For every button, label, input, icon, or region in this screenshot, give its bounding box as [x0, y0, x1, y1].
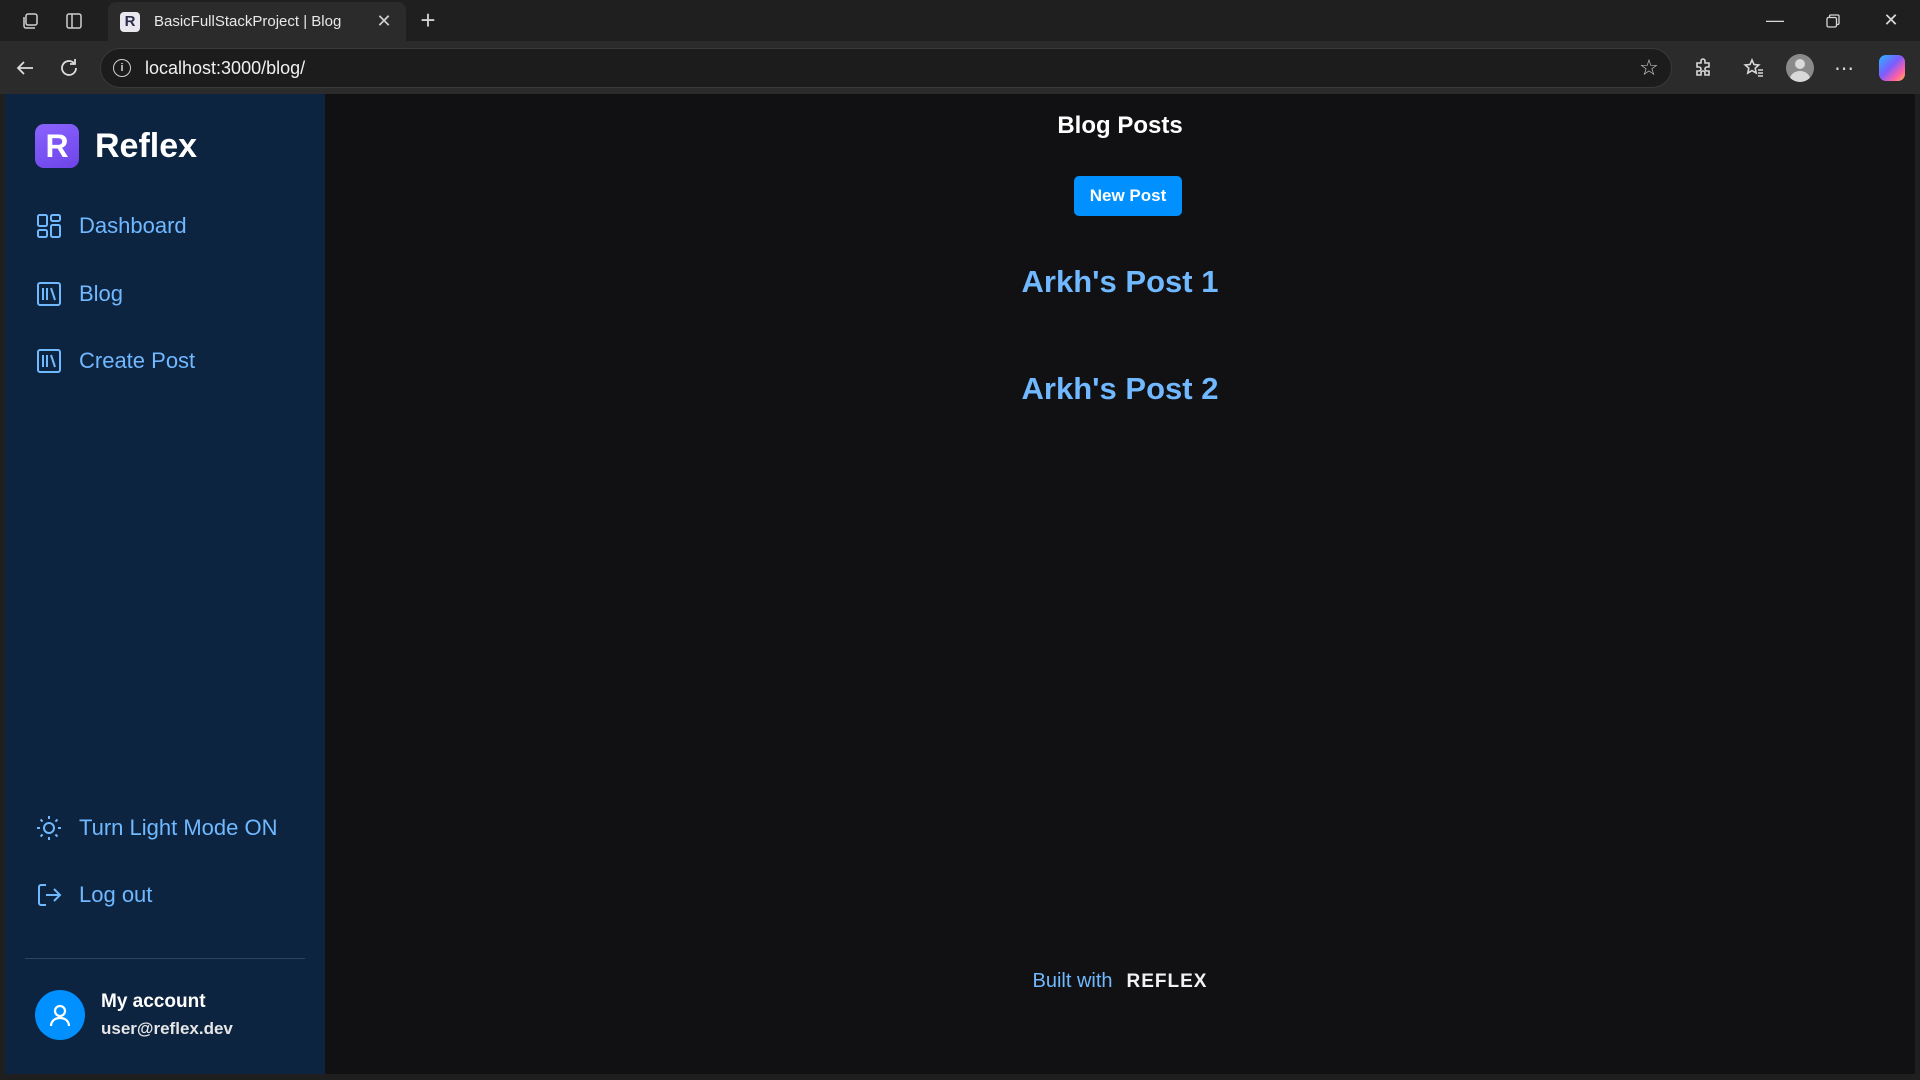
library-icon	[37, 349, 61, 373]
sidebar-item-create-post[interactable]: Create Post	[35, 347, 195, 375]
avatar	[35, 990, 85, 1040]
reflex-wordmark-icon: REFLEX	[1126, 970, 1208, 992]
sidebar-divider	[25, 958, 305, 959]
post-link-1[interactable]: Arkh's Post 1	[325, 264, 1915, 300]
vertical-tabs-icon[interactable]	[52, 0, 96, 41]
browser-tab-bar: R BasicFullStackProject | Blog ✕ + — ✕	[0, 0, 1920, 41]
favorite-star-icon[interactable]: ☆	[1627, 55, 1671, 81]
minimize-icon[interactable]: —	[1746, 0, 1804, 41]
brand[interactable]: R Reflex	[35, 124, 197, 168]
page-title: Blog Posts	[1057, 112, 1183, 139]
workspaces-icon[interactable]	[8, 0, 52, 41]
sidebar-item-label: Create Post	[79, 348, 196, 373]
sidebar-item-blog[interactable]: Blog	[35, 280, 123, 308]
address-bar-row: i localhost:3000/blog/ ☆ ⋯	[0, 41, 1920, 94]
sidebar-item-label: Log out	[79, 882, 153, 907]
main-content: Blog Posts New Post Arkh's Post 1 Arkh's…	[325, 94, 1915, 1074]
logout-icon	[38, 884, 62, 906]
sidebar-item-dashboard[interactable]: Dashboard	[35, 212, 187, 240]
tab-title: BasicFullStackProject | Blog	[154, 13, 342, 30]
new-tab-icon[interactable]: +	[412, 4, 444, 36]
sun-icon	[37, 816, 61, 840]
new-post-button[interactable]: New Post	[1074, 176, 1182, 216]
site-info-icon[interactable]: i	[113, 59, 131, 77]
reflex-logo-icon: R	[35, 124, 79, 168]
extensions-icon[interactable]	[1684, 49, 1724, 87]
logout-button[interactable]: Log out	[35, 881, 152, 909]
library-icon	[37, 282, 61, 306]
favorites-icon[interactable]	[1734, 49, 1774, 87]
post-link-2[interactable]: Arkh's Post 2	[325, 371, 1915, 407]
url-text[interactable]: localhost:3000/blog/	[145, 58, 1627, 79]
profile-icon[interactable]	[1780, 49, 1820, 87]
sidebar-item-label: Turn Light Mode ON	[79, 815, 278, 840]
dashboard-icon	[37, 214, 61, 238]
user-icon	[49, 1004, 71, 1027]
built-with-footer[interactable]: Built with REFLEX	[325, 970, 1915, 993]
restore-icon[interactable]	[1804, 0, 1862, 41]
account-section[interactable]: My account user@reflex.dev	[35, 990, 233, 1040]
brand-name: Reflex	[95, 126, 198, 165]
sidebar-item-label: Blog	[79, 281, 124, 306]
back-icon[interactable]	[6, 49, 44, 87]
sidebar-item-label: Dashboard	[79, 213, 187, 238]
browser-tab-active[interactable]: R BasicFullStackProject | Blog ✕	[108, 2, 406, 41]
footer-text: Built with	[1032, 970, 1113, 992]
page-viewport: R Reflex Dashboard Blog Create Post Turn…	[5, 94, 1915, 1074]
account-name: My account	[101, 991, 206, 1012]
close-window-icon[interactable]: ✕	[1862, 0, 1920, 41]
sidebar: R Reflex Dashboard Blog Create Post Turn…	[5, 94, 325, 1074]
address-bar[interactable]: i localhost:3000/blog/ ☆	[100, 48, 1672, 88]
copilot-icon[interactable]	[1872, 49, 1912, 87]
close-tab-icon[interactable]: ✕	[374, 11, 394, 32]
refresh-icon[interactable]	[50, 49, 88, 87]
account-email: user@reflex.dev	[101, 1019, 233, 1038]
more-options-icon[interactable]: ⋯	[1824, 49, 1864, 87]
tab-favicon: R	[120, 11, 140, 32]
light-mode-toggle[interactable]: Turn Light Mode ON	[35, 814, 278, 842]
